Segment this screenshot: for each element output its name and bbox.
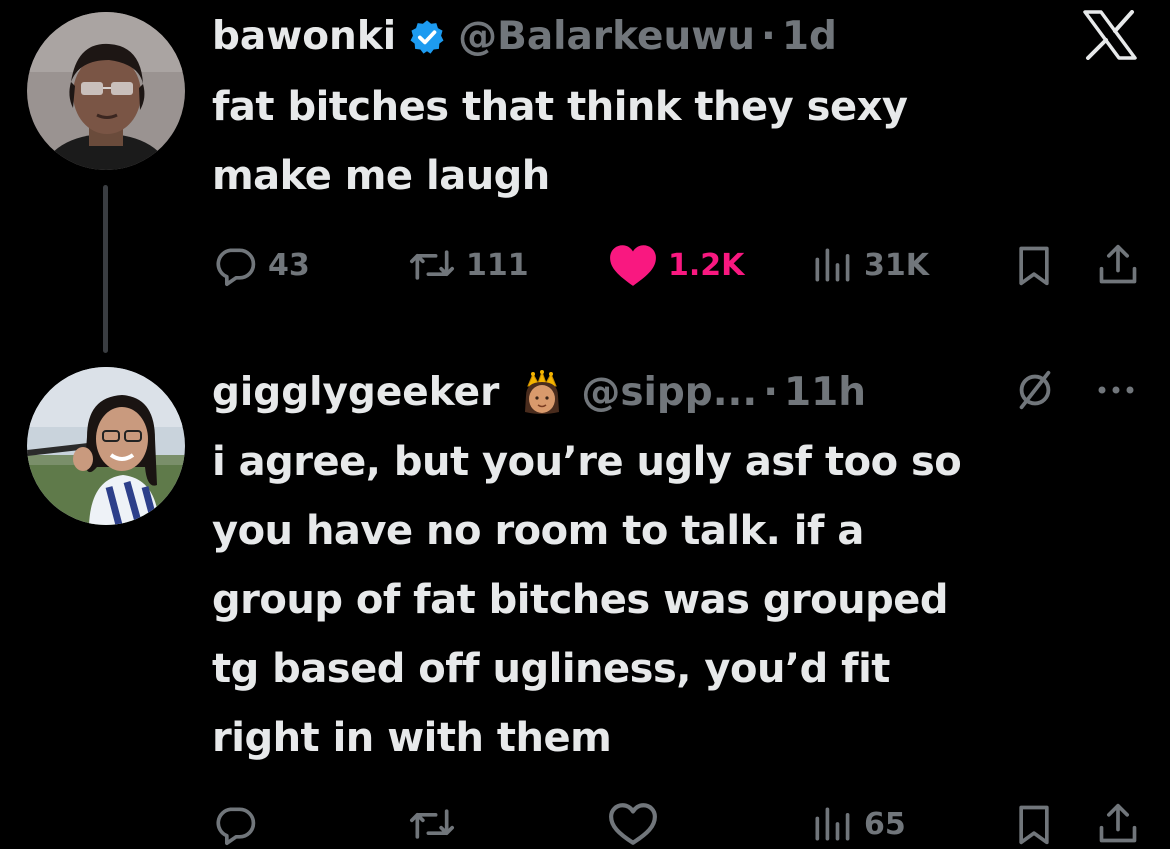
display-name[interactable]: bawonki [212,13,396,61]
retweet-button[interactable]: 111 [408,240,529,290]
share-button[interactable] [1096,240,1140,290]
share-icon [1096,802,1140,846]
reply-count: 43 [268,247,310,283]
reply-button[interactable]: 43 [214,240,310,290]
princess-emoji-icon [519,370,565,416]
views-icon [810,802,854,846]
reply-text-line: tg based off ugliness, you’d fit [212,646,890,692]
avatar[interactable] [27,367,185,525]
handle[interactable]: @Balarkeuwu [458,13,755,61]
view-count: 65 [864,806,906,842]
retweet-button[interactable] [408,799,456,849]
retweet-icon [408,802,456,846]
bookmark-icon [1012,802,1056,846]
retweet-count: 111 [466,247,529,283]
reply-text-line: you have no room to talk. if a [212,508,864,554]
more-icon[interactable] [1092,370,1140,410]
slashed-circle-icon[interactable] [1012,367,1058,413]
tweet-text-line: make me laugh [212,153,550,199]
reply-text-line: i agree, but you’re ugly asf too so [212,439,962,485]
bookmark-icon [1012,243,1056,287]
heart-icon [608,801,658,847]
like-count: 1.2K [668,247,745,283]
handle[interactable]: @sipp... [581,369,757,417]
verified-badge-icon[interactable] [408,18,446,56]
view-count: 31K [864,247,929,283]
timestamp[interactable]: 11h [784,369,866,417]
tweet-action-bar: 43 111 1.2K 31K [212,240,1142,290]
bookmark-button[interactable] [1012,799,1056,849]
views-button[interactable]: 65 [810,799,906,849]
separator-dot: · [761,14,776,59]
views-icon [810,243,854,287]
share-button[interactable] [1096,799,1140,849]
reply-header: gigglygeeker @sipp... · 11h [212,369,866,417]
share-icon [1096,243,1140,287]
views-button[interactable]: 31K [810,240,929,290]
like-button[interactable]: 1.2K [608,240,744,290]
avatar[interactable] [27,12,185,170]
x-logo-icon[interactable] [1082,10,1138,60]
reply-text-line: group of fat bitches was grouped [212,577,949,623]
thread-connector-line [103,185,108,353]
retweet-icon [408,243,456,287]
display-name[interactable]: gigglygeeker [212,369,499,417]
bookmark-button[interactable] [1012,240,1056,290]
separator-dot: · [763,370,779,415]
reply-action-bar: 65 [212,799,1142,849]
tweet-text-line: fat bitches that think they sexy [212,84,908,130]
like-button[interactable] [608,799,658,849]
tweet-text: fat bitches that think they sexy make me… [212,73,1112,211]
reply-icon [214,243,258,287]
reply-button[interactable] [214,799,258,849]
tweet-header: bawonki @Balarkeuwu · 1d [212,13,837,61]
heart-icon [608,242,658,288]
timestamp[interactable]: 1d [782,13,837,61]
reply-icon [214,802,258,846]
reply-text-line: right in with them [212,715,612,761]
reply-text: i agree, but you’re ugly asf too so you … [212,428,1112,773]
